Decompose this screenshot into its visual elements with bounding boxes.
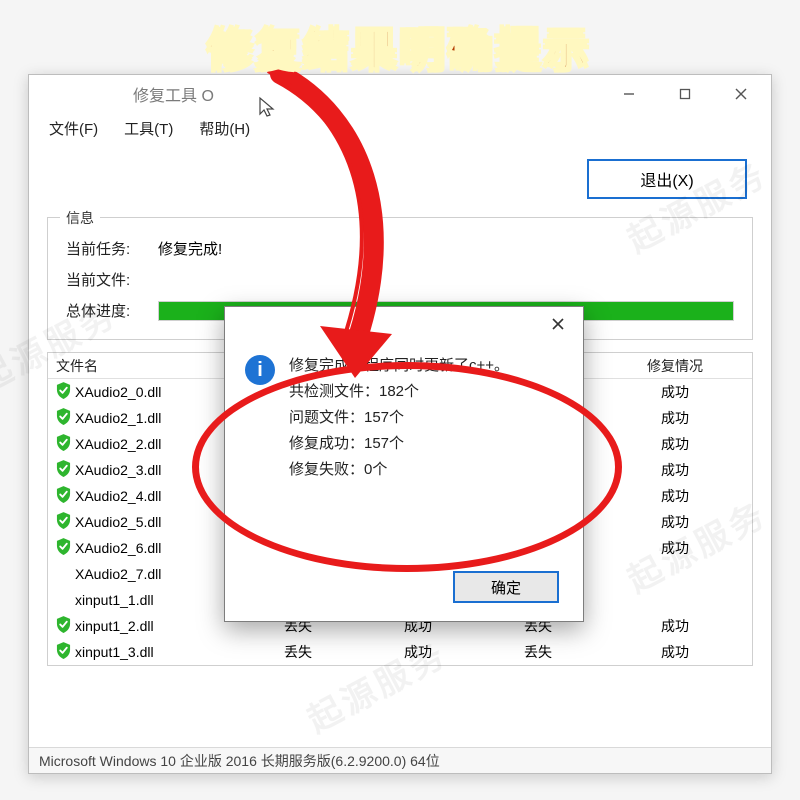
msg-line-3: 问题文件：157个 (289, 405, 509, 431)
cell-c4: 丢失 (478, 642, 598, 662)
headline-annotation: 修复结果明确提示 (0, 0, 800, 78)
shield-ok-icon (56, 642, 71, 662)
shield-ok-icon (56, 460, 71, 480)
statusbar: Microsoft Windows 10 企业版 2016 长期服务版(6.2.… (29, 747, 771, 773)
toolbar: 退出(X) (29, 145, 771, 213)
cell-filename: xinput1_3.dll (48, 642, 238, 662)
cell-repair: 成功 (598, 616, 752, 636)
shield-ok-icon (56, 486, 71, 506)
dialog-titlebar (225, 307, 583, 341)
shield-ok-icon (56, 512, 71, 532)
cell-filename: XAudio2_6.dll (48, 538, 238, 558)
result-dialog: i 修复完成！程序同时更新了c++。 共检测文件：182个 问题文件：157个 … (224, 306, 584, 622)
cell-filename: XAudio2_7.dll (48, 566, 238, 582)
ok-button[interactable]: 确定 (453, 571, 559, 603)
cell-filename: xinput1_1.dll (48, 592, 238, 608)
cell-repair: 成功 (598, 486, 752, 506)
col-repair[interactable]: 修复情况 (598, 356, 752, 376)
dialog-close-button[interactable] (537, 310, 579, 338)
task-label: 当前任务: (66, 238, 158, 259)
cell-repair: 成功 (598, 512, 752, 532)
msg-line-5: 修复失败：0个 (289, 457, 509, 483)
shield-ok-icon (56, 616, 71, 636)
cell-filename: XAudio2_3.dll (48, 460, 238, 480)
file-label: 当前文件: (66, 269, 158, 290)
cursor-icon (258, 96, 278, 120)
cell-repair: 成功 (598, 408, 752, 428)
dialog-message: 修复完成！程序同时更新了c++。 共检测文件：182个 问题文件：157个 修复… (289, 353, 509, 483)
cell-filename: XAudio2_2.dll (48, 434, 238, 454)
msg-line-1: 修复完成！程序同时更新了c++。 (289, 353, 509, 379)
cell-repair: 成功 (598, 538, 752, 558)
minimize-button[interactable] (601, 77, 657, 111)
info-legend: 信息 (60, 208, 100, 228)
shield-ok-icon (56, 382, 71, 402)
cell-filename: XAudio2_4.dll (48, 486, 238, 506)
cell-filename: XAudio2_5.dll (48, 512, 238, 532)
cell-filename: XAudio2_1.dll (48, 408, 238, 428)
cell-filename: XAudio2_0.dll (48, 382, 238, 402)
menubar: 文件(F) 工具(T) 帮助(H) (29, 113, 771, 145)
col-filename[interactable]: 文件名 (48, 356, 238, 376)
msg-line-4: 修复成功：157个 (289, 431, 509, 457)
progress-label: 总体进度: (66, 300, 158, 321)
shield-ok-icon (56, 434, 71, 454)
window-title: 修复工具 O (43, 82, 214, 106)
task-value: 修复完成! (158, 238, 222, 259)
cell-repair: 成功 (598, 460, 752, 480)
menu-tool[interactable]: 工具(T) (124, 118, 173, 139)
cell-c2: 丢失 (238, 642, 358, 662)
msg-line-2: 共检测文件：182个 (289, 379, 509, 405)
close-button[interactable] (713, 77, 769, 111)
exit-button[interactable]: 退出(X) (587, 159, 747, 199)
cell-repair: 成功 (598, 642, 752, 662)
shield-ok-icon (56, 538, 71, 558)
cell-repair: 成功 (598, 382, 752, 402)
titlebar: 修复工具 O (29, 75, 771, 113)
info-icon: i (245, 355, 275, 385)
menu-help[interactable]: 帮助(H) (199, 118, 250, 139)
cell-c3: 成功 (358, 642, 478, 662)
menu-file[interactable]: 文件(F) (49, 118, 98, 139)
table-row[interactable]: xinput1_3.dll丢失成功丢失成功 (48, 639, 752, 665)
maximize-button[interactable] (657, 77, 713, 111)
cell-filename: xinput1_2.dll (48, 616, 238, 636)
shield-ok-icon (56, 408, 71, 428)
cell-repair: 成功 (598, 434, 752, 454)
